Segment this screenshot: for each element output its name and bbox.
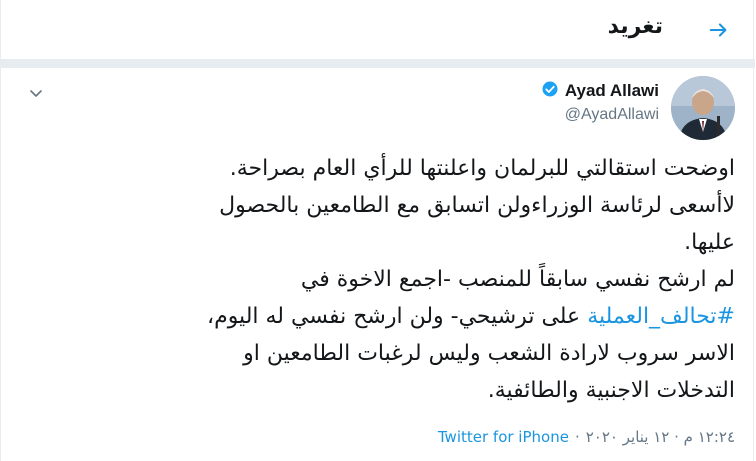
verified-badge-icon: [541, 80, 559, 102]
tweet-text: اوضحت استقالتي للبرلمان واعلنتها للرأي ا…: [15, 150, 735, 409]
tweet: Ayad Allawi @AyadAllawi اوضحت استقالتي ل…: [1, 68, 755, 461]
tweet-line: لاأسعى لرئاسة الوزراءولن اتسابق مع الطام…: [219, 193, 735, 218]
page-title: تغريد: [607, 14, 663, 39]
author-handle[interactable]: @AyadAllawi: [541, 106, 659, 124]
hashtag-link[interactable]: #تحالف_العملية: [587, 304, 735, 329]
tweet-meta: ١٢:٢٤ م · ١٢ يناير ٢٠٢٠ · Twitter for iP…: [438, 428, 735, 446]
tweet-timestamp[interactable]: ١٢:٢٤ م · ١٢ يناير ٢٠٢٠: [586, 428, 735, 446]
tweet-line: #تحالف_العملية على ترشيحي- ولن ارشح نفسي…: [15, 298, 735, 335]
tweet-page: تغريد Ayad Allawi @AyadAllawi اوضحت استق…: [0, 0, 755, 461]
arrow-right-icon: [709, 23, 727, 37]
tweet-source-link[interactable]: Twitter for iPhone: [438, 428, 569, 446]
author-block: Ayad Allawi @AyadAllawi: [541, 80, 659, 124]
tweet-line: التدخلات الاجنبية والطائفية.: [487, 378, 735, 403]
page-header: تغريد: [1, 0, 755, 60]
back-button[interactable]: [703, 14, 735, 46]
tweet-menu-button[interactable]: [25, 82, 47, 104]
tweet-line: اوضحت استقالتي للبرلمان واعلنتها للرأي ا…: [229, 156, 735, 181]
tweet-line: عليها.: [684, 230, 735, 255]
author-name[interactable]: Ayad Allawi: [565, 81, 659, 101]
meta-separator: ·: [574, 428, 580, 446]
header-separator: [1, 60, 755, 68]
tweet-line: الاسر سروب لارادة الشعب وليس لرغبات الطا…: [243, 341, 735, 366]
tweet-line-text: على ترشيحي- ولن ارشح نفسي له اليوم،: [206, 304, 581, 329]
author-photo: [671, 76, 735, 140]
chevron-down-icon: [30, 90, 42, 97]
tweet-line: لم ارشح نفسي سابقاً للمنصب -اجمع الاخوة …: [300, 267, 735, 292]
author-name-row: Ayad Allawi: [541, 80, 659, 102]
avatar[interactable]: [671, 76, 735, 140]
